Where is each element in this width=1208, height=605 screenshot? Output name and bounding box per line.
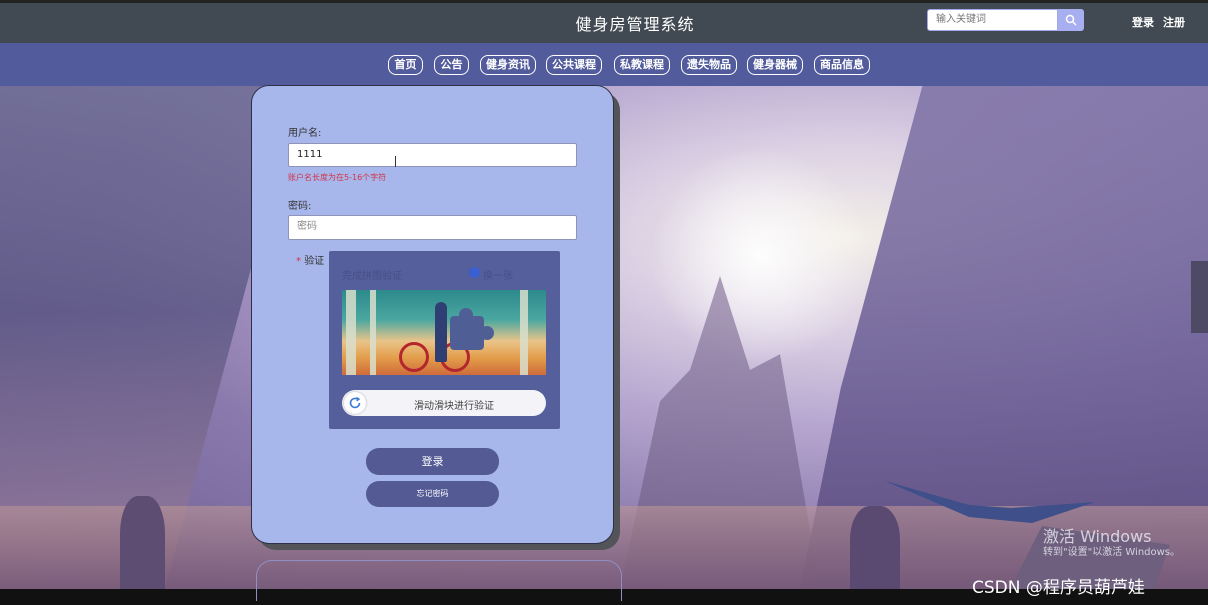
captcha-image <box>342 290 546 375</box>
nav-item-equipment[interactable]: 健身器械 <box>747 55 803 75</box>
nav-item-notice[interactable]: 公告 <box>434 55 469 75</box>
text-cursor-icon <box>395 156 402 167</box>
captcha-title: 完成拼图验证 <box>342 271 402 282</box>
username-error: 账户名长度为在5-16个字符 <box>288 173 387 182</box>
forgot-password-button[interactable]: 忘记密码 <box>366 481 499 507</box>
puzzle-slot <box>450 308 494 350</box>
nav-item-public-course[interactable]: 公共课程 <box>546 55 602 75</box>
register-link[interactable]: 注册 <box>1163 14 1185 30</box>
login-link[interactable]: 登录 <box>1132 14 1154 30</box>
verify-label: * 验证 <box>296 252 324 267</box>
image-person <box>435 302 447 362</box>
password-label: 密码: <box>288 201 312 212</box>
search-input[interactable]: 输入关键词 <box>927 9 1058 31</box>
bg-rock <box>850 506 900 589</box>
password-input[interactable]: 密码 <box>288 215 577 240</box>
activation-subtitle: 转到"设置"以激活 Windows。 <box>1043 547 1181 558</box>
verify-label-text: 验证 <box>304 256 325 267</box>
image-tree <box>346 290 356 375</box>
nav-item-private-course[interactable]: 私教课程 <box>614 55 670 75</box>
nav-item-news[interactable]: 健身资讯 <box>480 55 536 75</box>
image-tree <box>370 290 376 375</box>
refresh-icon <box>469 267 480 278</box>
slider-hint: 滑动滑块进行验证 <box>414 401 494 412</box>
search-icon <box>1065 14 1077 26</box>
app-window: 健身房管理系统 输入关键词 登录 注册 首页 公告 健身资讯 公共课程 私教课程… <box>0 0 1208 605</box>
nav-bar: 首页 公告 健身资讯 公共课程 私教课程 遗失物品 健身器械 商品信息 <box>0 43 1208 86</box>
bicycle-wheel <box>399 342 429 372</box>
captcha-refresh-label: 换一张 <box>483 271 513 282</box>
required-mark: * <box>296 256 305 267</box>
captcha-panel: 完成拼图验证 换一张 滑动滑块进行验证 <box>329 251 560 429</box>
image-tree <box>520 290 528 375</box>
nav-item-lost-items[interactable]: 遗失物品 <box>681 55 737 75</box>
lower-card-edge <box>256 560 622 601</box>
captcha-slider[interactable]: 滑动滑块进行验证 <box>342 390 546 416</box>
nav-item-home[interactable]: 首页 <box>388 55 423 75</box>
bg-sun-glow <box>650 146 870 366</box>
nav-item-products[interactable]: 商品信息 <box>814 55 870 75</box>
captcha-refresh-button[interactable]: 换一张 <box>469 267 513 282</box>
csdn-watermark: CSDN @程序员葫芦娃 <box>972 578 1145 598</box>
bg-rock <box>120 496 165 589</box>
side-float-tab[interactable] <box>1191 261 1208 333</box>
login-button[interactable]: 登录 <box>366 448 499 475</box>
username-label: 用户名: <box>288 128 322 139</box>
search-button[interactable] <box>1058 9 1084 31</box>
username-input[interactable]: 1111 <box>288 143 577 167</box>
